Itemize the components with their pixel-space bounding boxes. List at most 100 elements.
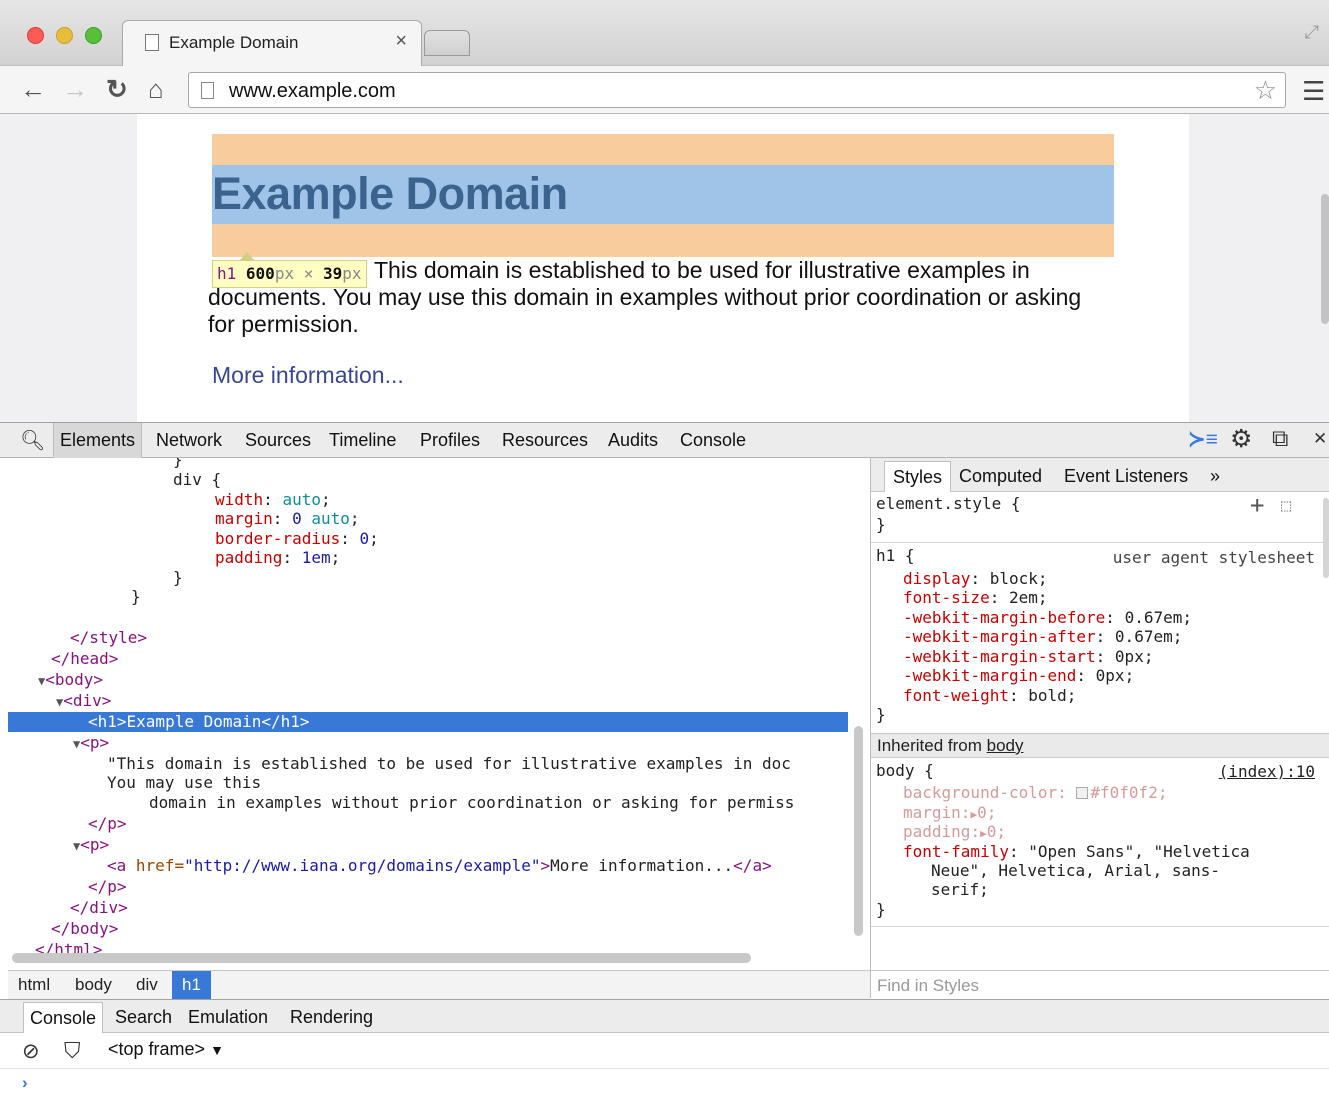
- tab-elements[interactable]: Elements: [53, 423, 143, 458]
- inspect-element-search-icon[interactable]: 🔍︎: [20, 428, 45, 453]
- tab-profiles[interactable]: Profiles: [414, 423, 486, 458]
- tab-network[interactable]: Network: [150, 423, 228, 458]
- find-in-styles-input[interactable]: Find in Styles: [871, 970, 1329, 999]
- console-toolbar: ⊘ ⛉ <top frame> ▼: [0, 1033, 1329, 1069]
- style-declaration-overridden[interactable]: margin:▶0;: [903, 803, 996, 823]
- code-line[interactable]: border-radius: 0;: [8, 529, 848, 549]
- body-selector[interactable]: body {: [876, 761, 934, 781]
- new-tab-button[interactable]: [424, 30, 470, 56]
- code-line[interactable]: </p>: [8, 814, 848, 834]
- dock-side-icon[interactable]: ⧉: [1272, 425, 1288, 452]
- source-link[interactable]: (index):10: [1219, 762, 1315, 781]
- code-line[interactable]: ▼<p>: [8, 835, 848, 855]
- zoom-window-button[interactable]: [85, 27, 102, 44]
- clear-console-icon[interactable]: ⊘: [22, 1039, 40, 1064]
- style-declaration[interactable]: display: block;: [903, 569, 1048, 589]
- tab-audits[interactable]: Audits: [602, 423, 664, 458]
- show-drawer-icon[interactable]: ≻≡: [1188, 427, 1218, 452]
- code-line[interactable]: </head>: [8, 649, 848, 669]
- style-declaration[interactable]: -webkit-margin-after: 0.67em;: [903, 627, 1182, 647]
- close-devtools-icon[interactable]: ✕: [1313, 429, 1327, 449]
- tab-event-listeners[interactable]: Event Listeners: [1056, 461, 1196, 492]
- code-line[interactable]: padding: 1em;: [8, 548, 848, 568]
- elements-vertical-scrollbar[interactable]: [854, 726, 863, 936]
- elements-tree[interactable]: } div { width: auto; margin: 0 auto; bor…: [8, 458, 848, 969]
- browser-tab[interactable]: Example Domain ×: [122, 20, 422, 67]
- forward-button[interactable]: →: [62, 72, 88, 106]
- inherited-from-link[interactable]: body: [987, 736, 1024, 755]
- drawer-tab-rendering[interactable]: Rendering: [284, 1002, 379, 1033]
- code-line[interactable]: "This domain is established to be used f…: [8, 754, 848, 774]
- color-swatch[interactable]: [1076, 787, 1089, 799]
- style-declaration[interactable]: font-family: "Open Sans", "Helvetica: [903, 842, 1250, 862]
- tab-sources[interactable]: Sources: [239, 423, 317, 458]
- code-line[interactable]: ▼<div>: [8, 691, 848, 711]
- code-line[interactable]: <a href="http://www.iana.org/domains/exa…: [8, 856, 848, 876]
- code-line[interactable]: margin: 0 auto;: [8, 509, 848, 529]
- tab-styles[interactable]: Styles: [884, 461, 952, 492]
- bookmark-star-icon[interactable]: ☆: [1254, 75, 1277, 106]
- drawer-tab-emulation[interactable]: Emulation: [182, 1002, 274, 1033]
- code-line[interactable]: domain in examples without prior coordin…: [8, 793, 848, 813]
- code-line[interactable]: width: auto;: [8, 490, 848, 510]
- selected-node-line[interactable]: <h1>Example Domain</h1>: [8, 712, 848, 732]
- url-text[interactable]: www.example.com: [229, 80, 396, 103]
- menu-icon[interactable]: ☰: [1302, 76, 1325, 107]
- code-line[interactable]: }: [8, 587, 848, 607]
- tab-console[interactable]: Console: [674, 423, 752, 458]
- styles-tab-bar: Styles Computed Event Listeners »: [871, 458, 1329, 492]
- elements-horizontal-scrollbar[interactable]: [12, 953, 751, 963]
- back-button[interactable]: ←: [20, 72, 46, 106]
- close-window-button[interactable]: [27, 27, 44, 44]
- breadcrumb-h1[interactable]: h1: [172, 971, 211, 999]
- console-prompt-icon[interactable]: ›: [22, 1073, 28, 1093]
- page-scrollbar[interactable]: [1321, 194, 1329, 324]
- tab-close-icon[interactable]: ×: [395, 30, 407, 53]
- code-line[interactable]: You may use this: [8, 773, 848, 793]
- home-button[interactable]: ⌂: [148, 72, 164, 106]
- minimize-window-button[interactable]: [56, 27, 73, 44]
- filter-icon[interactable]: ⛉: [64, 1038, 81, 1064]
- breadcrumb-body[interactable]: body: [69, 971, 118, 999]
- code-line[interactable]: ▼<body>: [8, 670, 848, 690]
- tab-computed[interactable]: Computed: [951, 461, 1050, 492]
- code-line[interactable]: </p>: [8, 877, 848, 897]
- style-declaration-overridden[interactable]: padding:▶0;: [903, 822, 1006, 842]
- page-icon: [145, 34, 159, 51]
- reload-button[interactable]: ↻: [106, 72, 128, 106]
- address-bar[interactable]: www.example.com ☆: [188, 72, 1286, 108]
- code-line[interactable]: </div>: [8, 898, 848, 918]
- element-style-selector[interactable]: element.style {: [876, 494, 1021, 514]
- add-rule-icon[interactable]: +: [1250, 491, 1264, 519]
- style-declaration[interactable]: -webkit-margin-end: 0px;: [903, 666, 1134, 686]
- code-line[interactable]: </body>: [8, 919, 848, 939]
- fullscreen-icon[interactable]: ⤢: [1305, 22, 1319, 43]
- drawer-tab-console[interactable]: Console: [23, 1002, 104, 1033]
- style-declaration[interactable]: -webkit-margin-before: 0.67em;: [903, 608, 1192, 628]
- tab-title: Example Domain: [169, 33, 299, 52]
- style-declaration-overridden[interactable]: background-color: #f0f0f2;: [903, 783, 1167, 803]
- style-declaration[interactable]: font-size: 2em;: [903, 588, 1048, 608]
- breadcrumb-html[interactable]: html: [12, 971, 56, 999]
- more-tabs-chevron-icon[interactable]: »: [1202, 461, 1228, 492]
- more-information-link[interactable]: More information...: [212, 362, 404, 389]
- style-declaration[interactable]: -webkit-margin-start: 0px;: [903, 647, 1153, 667]
- drawer-tab-search[interactable]: Search: [109, 1002, 178, 1033]
- tab-resources[interactable]: Resources: [496, 423, 594, 458]
- breadcrumb-div[interactable]: div: [130, 971, 164, 999]
- code-line[interactable]: div {: [8, 470, 848, 490]
- tab-timeline[interactable]: Timeline: [323, 423, 402, 458]
- style-declaration[interactable]: font-weight: bold;: [903, 686, 1076, 706]
- styles-scrollbar[interactable]: [1323, 498, 1329, 578]
- code-line[interactable]: }: [8, 458, 848, 470]
- h1-selector[interactable]: h1 {: [876, 546, 915, 566]
- frame-selector[interactable]: <top frame> ▼: [108, 1039, 224, 1060]
- user-agent-stylesheet-label: user agent stylesheet: [1112, 548, 1315, 567]
- settings-gear-icon[interactable]: ⚙: [1230, 424, 1252, 454]
- page-viewport: Example Domain This domain is establishe…: [0, 114, 1329, 422]
- code-line[interactable]: </style>: [8, 628, 848, 648]
- element-state-icon[interactable]: ⬚: [1281, 496, 1291, 516]
- browser-toolbar: ← → ↻ ⌂ www.example.com ☆ ☰: [0, 66, 1329, 114]
- code-line[interactable]: ▼<p>: [8, 733, 848, 753]
- code-line[interactable]: }: [8, 568, 848, 588]
